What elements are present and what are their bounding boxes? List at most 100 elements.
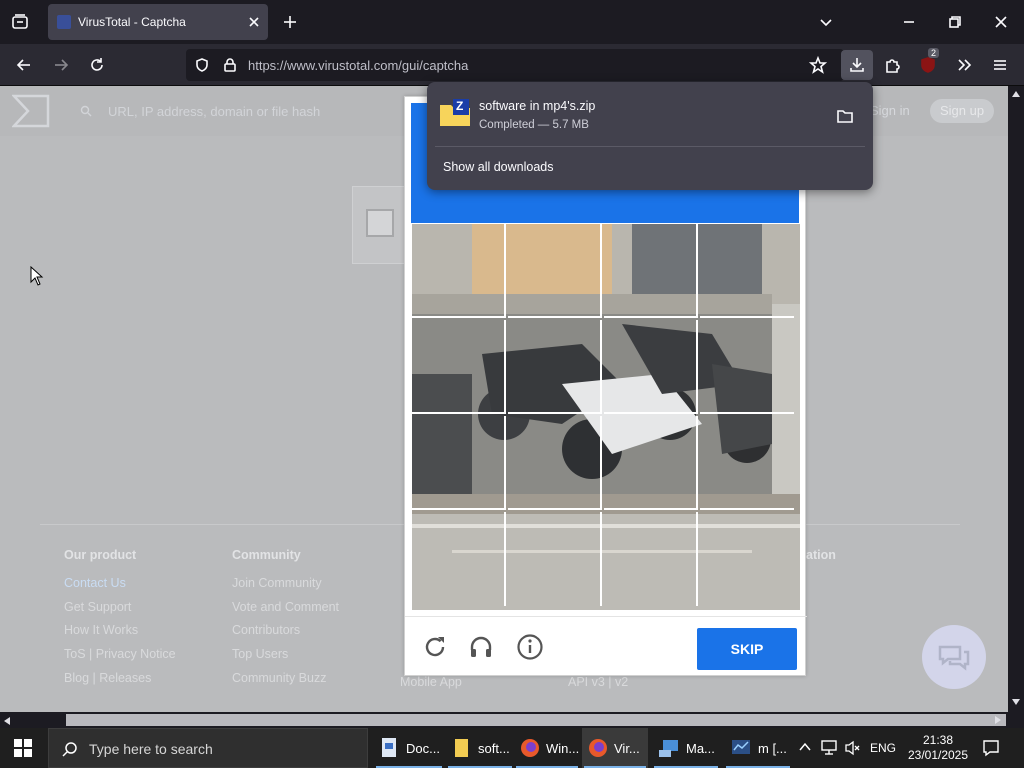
panel-divider — [435, 146, 865, 147]
computer-app-icon — [658, 738, 680, 758]
captcha-tile[interactable] — [508, 224, 602, 318]
captcha-tile[interactable] — [604, 320, 698, 414]
scroll-left-icon[interactable] — [3, 716, 11, 726]
close-window-icon[interactable] — [987, 8, 1015, 36]
taskbar-app-document[interactable]: Doc... — [374, 728, 444, 768]
footer-link[interactable]: Join Community — [232, 576, 339, 600]
show-hidden-icons-chevron-icon[interactable] — [798, 741, 812, 753]
taskbar-app-label: Win... — [546, 740, 580, 756]
taskbar-search-placeholder: Type here to search — [89, 741, 213, 757]
taskbar-app-network-tool[interactable]: m [... — [724, 728, 792, 768]
info-help-icon[interactable] — [516, 633, 544, 661]
chat-button[interactable] — [922, 625, 986, 689]
virustotal-logo-icon[interactable] — [12, 94, 50, 128]
search-icon — [80, 105, 92, 117]
taskbar-app-firefox-1[interactable]: Win... — [514, 728, 580, 768]
extensions-puzzle-icon[interactable] — [878, 51, 906, 79]
captcha-tile[interactable] — [700, 512, 794, 606]
captcha-tile[interactable] — [604, 512, 698, 606]
reload-challenge-icon[interactable] — [421, 633, 449, 661]
horizontal-scroll-thumb[interactable] — [66, 714, 1006, 726]
taskbar-app-machine[interactable]: Ma... — [652, 728, 720, 768]
captcha-tile[interactable] — [700, 320, 794, 414]
reload-icon[interactable] — [83, 51, 111, 79]
close-tab-icon[interactable] — [240, 8, 268, 36]
taskbar-search-box[interactable]: Type here to search — [48, 728, 368, 768]
footer-link[interactable]: Contact Us — [64, 576, 176, 600]
recaptcha-checkbox[interactable] — [366, 209, 394, 237]
footer-link[interactable]: Get Support — [64, 600, 176, 624]
show-all-downloads-link[interactable]: Show all downloads — [443, 160, 554, 174]
sign-in-link[interactable]: Sign in — [870, 103, 910, 118]
scroll-right-icon[interactable] — [994, 715, 1002, 725]
captcha-tile[interactable] — [700, 224, 794, 318]
sign-up-button[interactable]: Sign up — [930, 99, 994, 123]
captcha-footer: SKIP — [405, 616, 807, 676]
new-tab-icon[interactable] — [276, 8, 304, 36]
downloads-panel: Z software in mp4's.zip Completed — 5.7 … — [427, 82, 873, 190]
captcha-tile[interactable] — [412, 224, 506, 318]
footer-link[interactable]: Top Users — [232, 647, 339, 671]
tracking-protection-shield-icon[interactable] — [188, 51, 216, 79]
minimize-icon[interactable] — [895, 8, 923, 36]
tab-title: VirusTotal - Captcha — [78, 15, 186, 29]
captcha-tile[interactable] — [412, 416, 506, 510]
footer-link[interactable]: Vote and Comment — [232, 600, 339, 624]
captcha-tile[interactable] — [604, 416, 698, 510]
ublock-extension-icon[interactable]: 2 — [914, 48, 942, 79]
lock-icon[interactable] — [216, 51, 244, 79]
input-language[interactable]: ENG — [870, 741, 896, 755]
captcha-tile[interactable] — [412, 512, 506, 606]
audio-challenge-headphones-icon[interactable] — [467, 633, 495, 661]
windows-start-icon[interactable] — [14, 739, 32, 757]
captcha-tile[interactable] — [508, 320, 602, 414]
open-containing-folder-icon[interactable] — [831, 102, 859, 130]
captcha-tile[interactable] — [508, 416, 602, 510]
search-magnifier-icon — [62, 741, 78, 757]
hamburger-menu-icon[interactable] — [986, 51, 1014, 79]
skip-button[interactable]: SKIP — [697, 628, 797, 670]
taskbar-app-firefox-2[interactable]: Vir... — [582, 728, 648, 768]
address-bar[interactable]: https://www.virustotal.com/gui/captcha — [186, 49, 844, 81]
clock-date: 23/01/2025 — [907, 748, 969, 762]
more-tools-chevrons-icon[interactable] — [950, 51, 978, 79]
horizontal-scrollbar[interactable] — [0, 712, 1008, 728]
footer-link[interactable]: Community Buzz — [232, 671, 339, 695]
footer-link[interactable]: Blog | Releases — [64, 671, 176, 695]
list-all-tabs-icon[interactable] — [812, 8, 840, 36]
footer-heading: Community — [232, 548, 301, 562]
clock[interactable]: 21:38 23/01/2025 — [906, 733, 970, 763]
taskbar-app-folder[interactable]: soft... — [446, 728, 514, 768]
captcha-tile[interactable] — [508, 512, 602, 606]
restore-icon[interactable] — [941, 8, 969, 36]
footer-col-community: Community Join Community Vote and Commen… — [232, 548, 339, 694]
vt-search-box[interactable]: URL, IP address, domain or file hash — [68, 96, 408, 126]
footer-link[interactable]: API v3 | v2 — [568, 675, 628, 689]
footer-link[interactable]: Contributors — [232, 623, 339, 647]
footer-link[interactable]: ToS | Privacy Notice — [64, 647, 176, 671]
footer-link[interactable]: How It Works — [64, 623, 176, 647]
volume-muted-icon[interactable] — [844, 740, 862, 756]
footer-link[interactable]: Mobile App — [400, 675, 462, 689]
notifications-icon[interactable] — [982, 739, 1000, 757]
back-arrow-icon[interactable] — [10, 51, 38, 79]
bookmark-star-icon[interactable] — [804, 51, 832, 79]
navigation-toolbar: https://www.virustotal.com/gui/captcha 2 — [0, 44, 1024, 86]
zip-file-icon: Z — [439, 99, 471, 127]
captcha-tile[interactable] — [604, 224, 698, 318]
active-tab[interactable]: VirusTotal - Captcha — [48, 4, 268, 40]
network-icon[interactable] — [820, 740, 838, 756]
downloads-button-icon[interactable] — [841, 50, 873, 80]
scroll-down-icon[interactable] — [1011, 698, 1021, 706]
captcha-tile[interactable] — [412, 320, 506, 414]
captcha-tile[interactable] — [700, 416, 794, 510]
folder-app-icon — [452, 737, 472, 759]
forward-arrow-icon[interactable] — [47, 51, 75, 79]
scroll-up-icon[interactable] — [1011, 90, 1021, 98]
taskbar-app-label: Ma... — [686, 740, 715, 756]
footer-col-product: Our product Contact Us Get Support How I… — [64, 548, 176, 694]
tab-list-icon[interactable] — [6, 8, 34, 36]
recaptcha-checkbox-card — [352, 186, 408, 264]
vertical-scrollbar[interactable] — [1008, 86, 1024, 712]
download-filename[interactable]: software in mp4's.zip — [479, 99, 595, 113]
